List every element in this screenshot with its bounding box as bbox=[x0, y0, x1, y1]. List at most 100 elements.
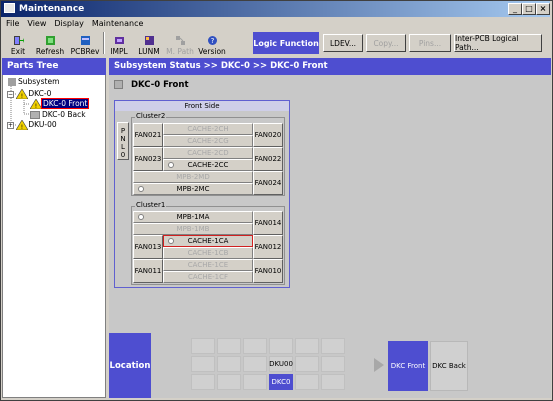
location-dkc0[interactable]: DKC0 bbox=[269, 374, 293, 390]
refresh-icon bbox=[45, 36, 55, 45]
exit-button[interactable]: Exit bbox=[6, 30, 30, 56]
fan020[interactable]: FAN020 bbox=[253, 123, 283, 147]
location-cell bbox=[321, 356, 345, 372]
location-cell bbox=[217, 338, 241, 354]
warning-icon: ! bbox=[15, 88, 29, 100]
fan024[interactable]: FAN024 bbox=[253, 171, 283, 195]
cache-2cc[interactable]: CACHE-2CC bbox=[163, 159, 253, 171]
logic-function-label: Logic Function bbox=[253, 32, 319, 54]
fan011[interactable]: FAN011 bbox=[133, 259, 163, 283]
subsystem-icon bbox=[8, 78, 16, 86]
status-radio-icon bbox=[168, 238, 174, 244]
menu-bar: File View Display Maintenance bbox=[2, 17, 143, 29]
location-cell bbox=[243, 338, 267, 354]
pcbrev-button[interactable]: PCBRev bbox=[69, 30, 101, 56]
parts-tree-title: Parts Tree bbox=[2, 58, 106, 75]
minimize-button[interactable]: _ bbox=[508, 3, 522, 15]
status-radio-icon bbox=[138, 186, 144, 192]
warning-icon: ! bbox=[29, 98, 43, 110]
svg-text:!: ! bbox=[21, 93, 23, 99]
cabinet-icon bbox=[114, 80, 123, 89]
fan014[interactable]: FAN014 bbox=[253, 211, 283, 235]
tree-item-subsystem[interactable]: Subsystem bbox=[8, 77, 59, 86]
location-cell bbox=[269, 338, 293, 354]
close-button[interactable]: × bbox=[536, 3, 550, 15]
dkc-front-button[interactable]: DKC Front bbox=[388, 341, 428, 391]
fan012[interactable]: FAN012 bbox=[253, 235, 283, 259]
cache-1ca[interactable]: CACHE-1CA bbox=[163, 235, 253, 247]
location-cell bbox=[321, 338, 345, 354]
tree-item-dkc-0[interactable]: − ! DKC-0 bbox=[7, 88, 51, 100]
cache-1cf[interactable]: CACHE-1CF bbox=[163, 271, 253, 283]
location-cell bbox=[217, 356, 241, 372]
collapse-icon[interactable]: − bbox=[7, 90, 14, 98]
menu-maintenance[interactable]: Maintenance bbox=[92, 19, 144, 28]
menu-display[interactable]: Display bbox=[54, 19, 84, 28]
ldev-button[interactable]: LDEV... bbox=[323, 34, 363, 52]
cluster2-label: Cluster2 bbox=[135, 112, 167, 120]
tree-item-dku-00[interactable]: + ! DKU-00 bbox=[7, 119, 57, 131]
pnl0-button[interactable]: PNL0 bbox=[117, 122, 129, 160]
inter-pcb-logical-path-button[interactable]: Inter-PCB Logical Path... bbox=[454, 34, 542, 52]
status-radio-icon bbox=[168, 162, 174, 168]
tree-item-dkc-0-front[interactable]: ! DKC-0 Front bbox=[29, 98, 90, 110]
lunm-icon bbox=[144, 36, 154, 45]
cache-2cg[interactable]: CACHE-2CG bbox=[163, 135, 253, 147]
mpb-1ma[interactable]: MPB-1MA bbox=[133, 211, 253, 223]
location-cell bbox=[321, 374, 345, 390]
pins-button[interactable]: Pins... bbox=[409, 34, 451, 52]
copy-button[interactable]: Copy... bbox=[366, 34, 406, 52]
dkc-back-button[interactable]: DKC Back bbox=[430, 341, 468, 391]
expand-icon[interactable]: + bbox=[7, 121, 14, 129]
location-cell bbox=[243, 356, 267, 372]
mpb-1mb[interactable]: MPB-1MB bbox=[133, 223, 253, 235]
subsystem-status-header: Subsystem Status >> DKC-0 >> DKC-0 Front bbox=[109, 58, 551, 75]
pcbrev-icon bbox=[80, 36, 90, 45]
cabinet-icon bbox=[30, 111, 40, 119]
mpb-2mc[interactable]: MPB-2MC bbox=[133, 183, 253, 195]
fan013[interactable]: FAN013 bbox=[133, 235, 163, 259]
mpath-button[interactable]: M. Path bbox=[165, 30, 195, 56]
svg-text:!: ! bbox=[21, 124, 23, 130]
refresh-button[interactable]: Refresh bbox=[34, 30, 66, 56]
svg-text:!: ! bbox=[35, 103, 37, 109]
version-button[interactable]: ? Version bbox=[198, 30, 226, 56]
location-cell bbox=[191, 374, 215, 390]
toolbar-separator bbox=[103, 32, 105, 54]
mpb-2md[interactable]: MPB-2MD bbox=[133, 171, 253, 183]
status-radio-icon bbox=[138, 214, 144, 220]
app-icon bbox=[4, 3, 15, 13]
mpath-icon bbox=[175, 36, 185, 45]
cache-2ch[interactable]: CACHE-2CH bbox=[163, 123, 253, 135]
title-bar: Maintenance bbox=[1, 1, 550, 17]
location-dku00[interactable]: DKU00 bbox=[269, 356, 293, 372]
svg-text:?: ? bbox=[210, 37, 214, 45]
window-title: Maintenance bbox=[19, 4, 85, 14]
impl-icon bbox=[114, 37, 124, 44]
play-arrow-icon bbox=[374, 358, 384, 372]
impl-button[interactable]: IMPL bbox=[106, 30, 132, 56]
location-cell bbox=[295, 374, 319, 390]
fan023[interactable]: FAN023 bbox=[133, 147, 163, 171]
location-cell bbox=[295, 356, 319, 372]
tree-item-dkc-0-back[interactable]: DKC-0 Back bbox=[30, 110, 86, 119]
version-icon: ? bbox=[207, 36, 217, 45]
menu-file[interactable]: File bbox=[6, 19, 19, 28]
page-title: DKC-0 Front bbox=[109, 75, 551, 94]
location-cell bbox=[295, 338, 319, 354]
location-cell bbox=[217, 374, 241, 390]
location-cell bbox=[191, 356, 215, 372]
location-cell bbox=[191, 338, 215, 354]
maximize-button[interactable]: □ bbox=[522, 3, 536, 15]
cache-2cd[interactable]: CACHE-2CD bbox=[163, 147, 253, 159]
fan021[interactable]: FAN021 bbox=[133, 123, 163, 147]
cache-1ce[interactable]: CACHE-1CE bbox=[163, 259, 253, 271]
front-side-label: Front Side bbox=[115, 101, 289, 111]
cache-1cb[interactable]: CACHE-1CB bbox=[163, 247, 253, 259]
fan022[interactable]: FAN022 bbox=[253, 147, 283, 171]
location-label: Location bbox=[109, 333, 151, 398]
fan010[interactable]: FAN010 bbox=[253, 259, 283, 283]
location-cell bbox=[243, 374, 267, 390]
lunm-button[interactable]: LUNM bbox=[135, 30, 163, 56]
menu-view[interactable]: View bbox=[27, 19, 46, 28]
